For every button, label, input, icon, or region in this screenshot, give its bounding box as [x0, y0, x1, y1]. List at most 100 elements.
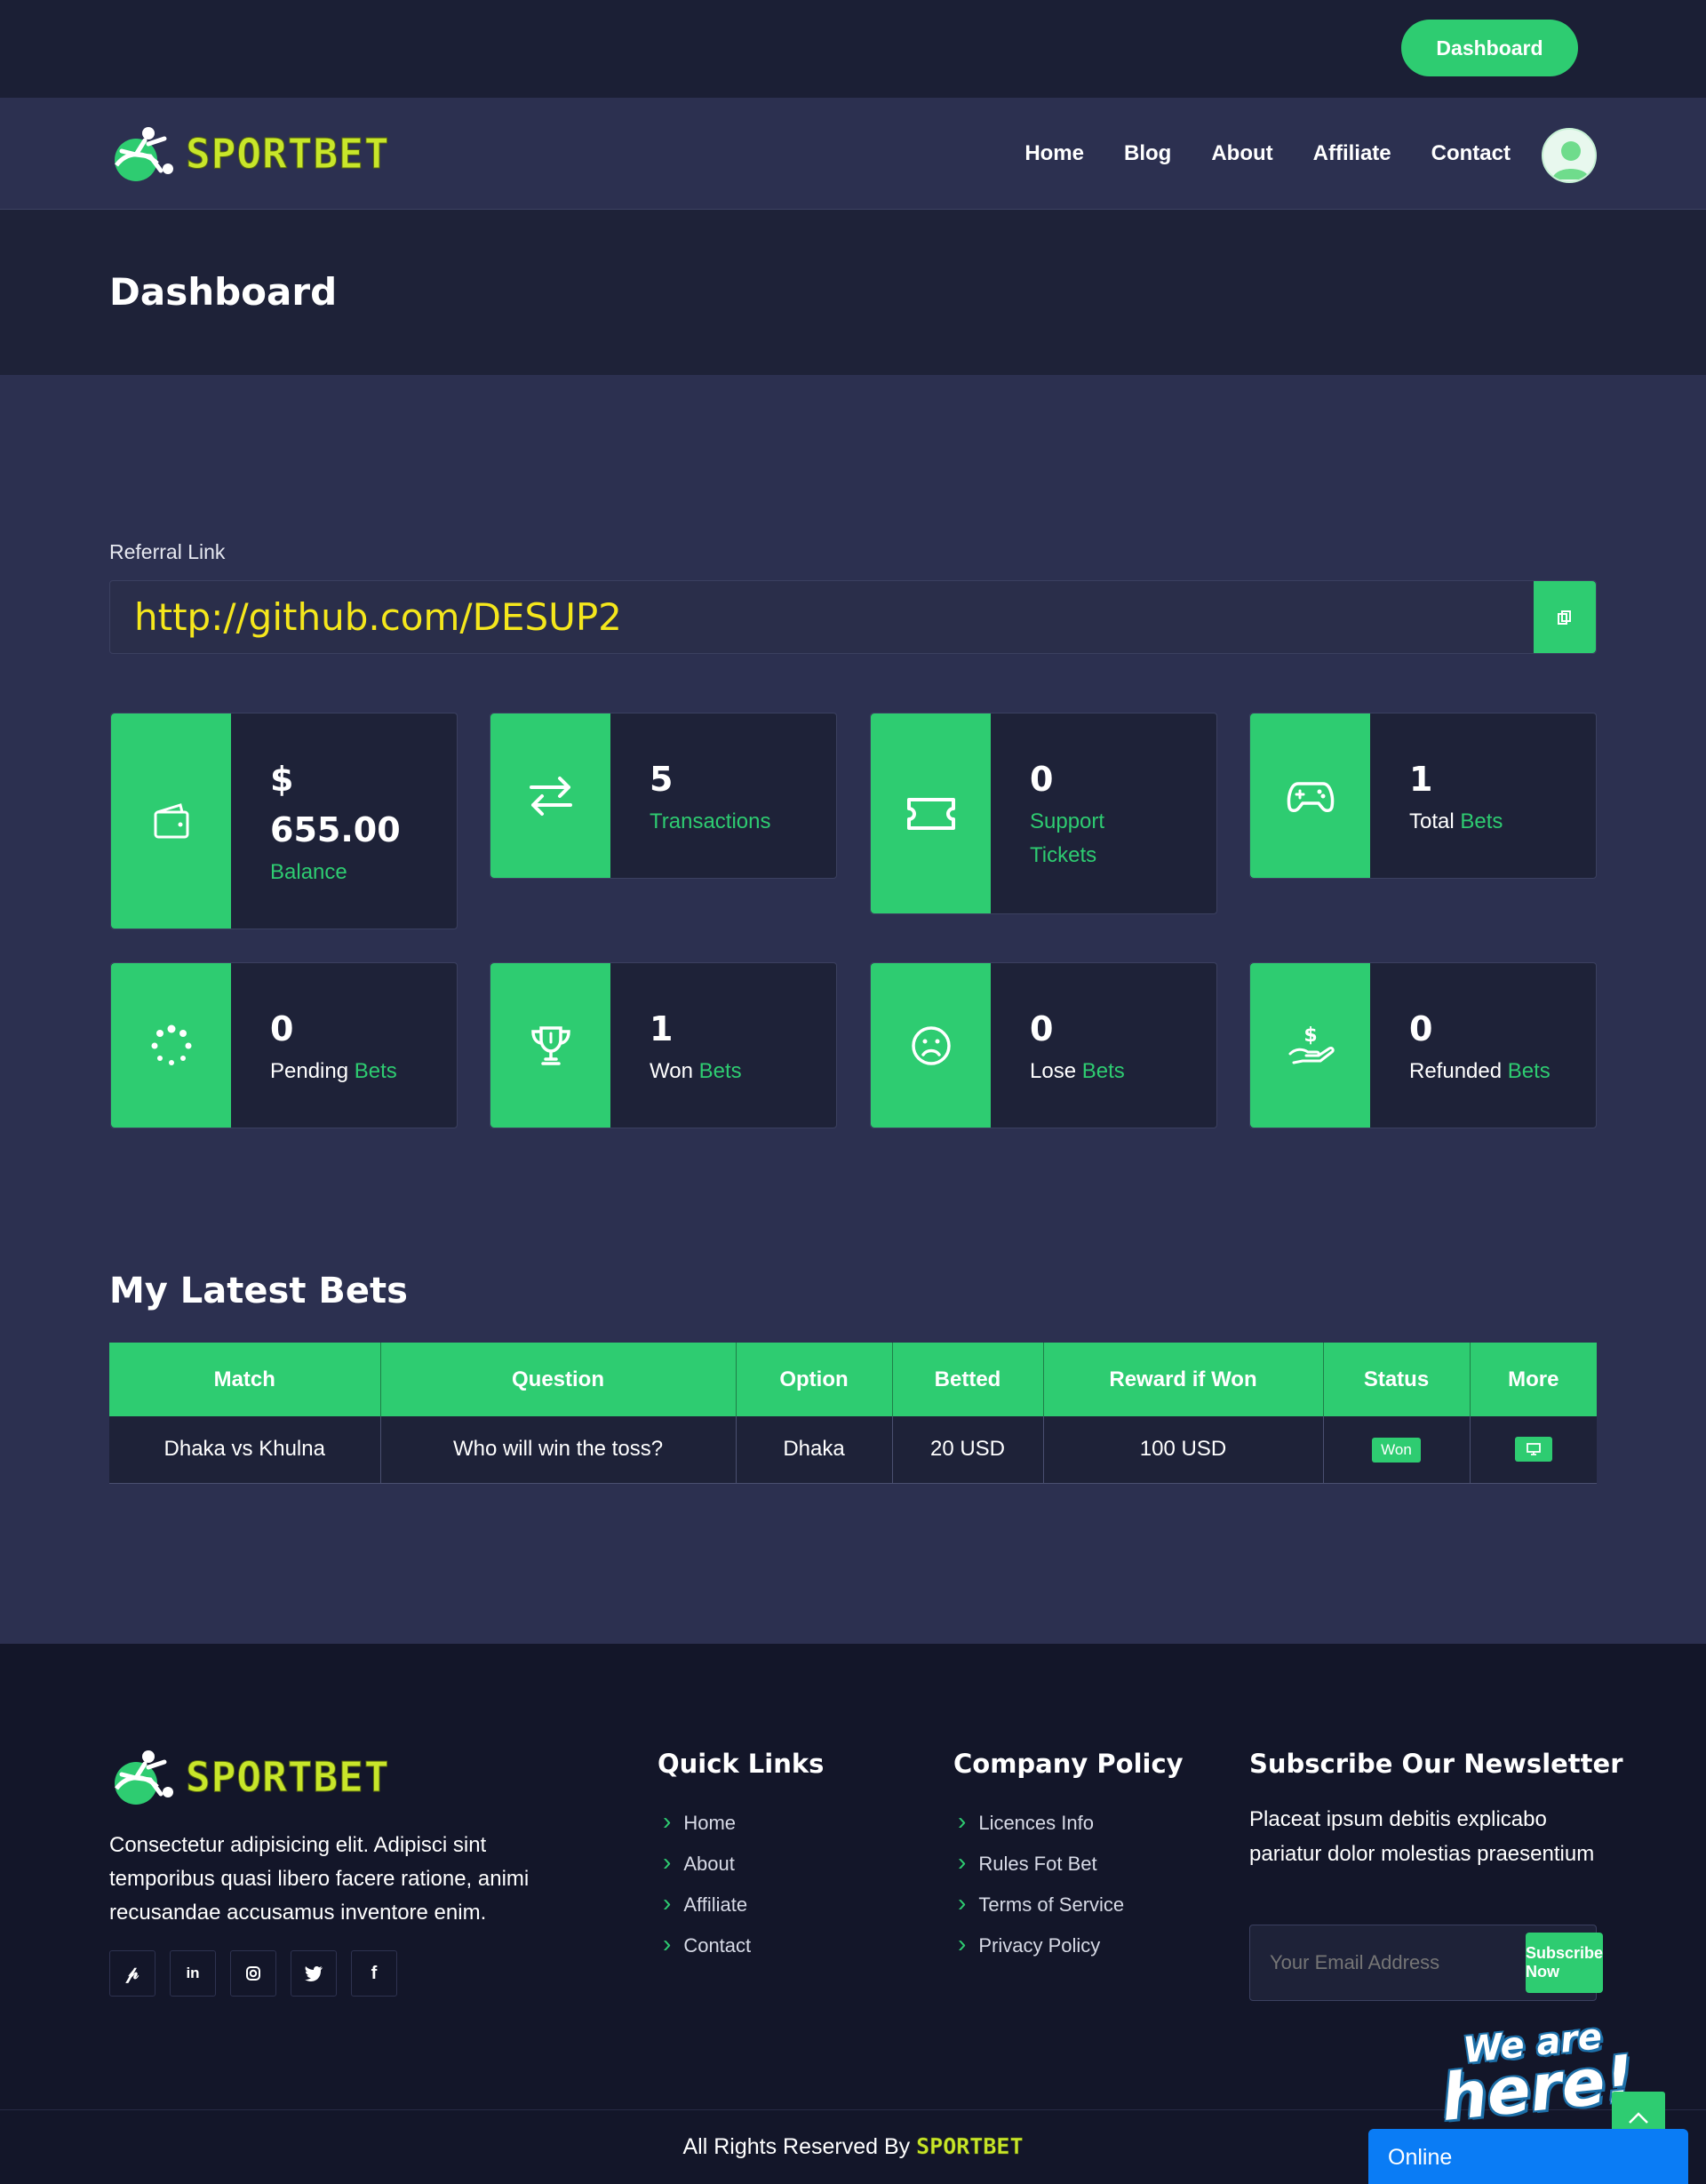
- facebook-icon[interactable]: f: [351, 1950, 397, 1997]
- column-header: Betted: [892, 1343, 1044, 1416]
- label-green: Bets: [698, 1059, 742, 1083]
- user-avatar-icon: [1552, 141, 1590, 179]
- chat-badge[interactable]: We are here!: [1435, 2016, 1638, 2136]
- cell-more: [1470, 1416, 1597, 1484]
- footer-link-home[interactable]: Home: [663, 1802, 751, 1843]
- footer-about-text: Consectetur adipisicing elit. Adipisci s…: [109, 1833, 530, 1925]
- cell-betted: 20 USD: [892, 1416, 1044, 1484]
- column-header: Match: [109, 1343, 381, 1416]
- stat-card-total-bets[interactable]: 1 Total Bets: [1249, 713, 1597, 879]
- main-navbar: SPORTBET Home Blog About Affiliate Conta…: [0, 98, 1706, 210]
- sportbet-logo-icon: [115, 127, 173, 181]
- lose-bets-value: 0: [1030, 1009, 1054, 1048]
- sportbet-logo-icon: [115, 1750, 173, 1805]
- referral-label: Referral Link: [109, 540, 226, 563]
- gamepad-icon: [1287, 781, 1334, 812]
- cell-question: Who will win the toss?: [380, 1416, 737, 1484]
- chat-status: Online: [1388, 2145, 1453, 2170]
- label-green: Bets: [354, 1059, 397, 1083]
- label-plain: Pending: [270, 1059, 349, 1083]
- newsletter-email-input[interactable]: [1250, 1951, 1526, 1974]
- social-links: 𝓅 in f: [109, 1950, 397, 1997]
- chat-badge-line2: here!: [1438, 2040, 1638, 2136]
- transactions-value: 5: [650, 760, 674, 799]
- copyright-prefix: All Rights Reserved By: [682, 2134, 911, 2159]
- status-badge: Won: [1372, 1438, 1421, 1463]
- stat-icon-box: $: [1250, 963, 1370, 1128]
- footer-link-affiliate[interactable]: Affiliate: [663, 1884, 751, 1925]
- user-avatar[interactable]: [1542, 128, 1597, 183]
- stat-body: 5 Transactions: [610, 713, 771, 878]
- linkedin-icon[interactable]: in: [170, 1950, 216, 1997]
- transfer-arrows-icon: [529, 776, 572, 816]
- subscribe-button[interactable]: Subscribe Now: [1526, 1933, 1604, 1993]
- total-bets-label: Total Bets: [1409, 805, 1503, 839]
- view-details-button[interactable]: [1514, 1437, 1552, 1463]
- column-header: Question: [380, 1343, 737, 1416]
- refunded-bets-value: 0: [1409, 1009, 1433, 1048]
- stat-icon-box: [111, 963, 231, 1128]
- column-header: More: [1470, 1343, 1597, 1416]
- pending-bets-label: Pending Bets: [270, 1055, 397, 1088]
- stat-body: 0 Pending Bets: [231, 963, 397, 1128]
- stat-card-support-tickets[interactable]: 0 Support Tickets: [870, 713, 1217, 914]
- dashboard-button[interactable]: Dashboard: [1401, 20, 1578, 76]
- label-plain: Refunded: [1409, 1059, 1503, 1083]
- hand-dollar-icon: $: [1288, 1024, 1335, 1064]
- nav-item-about[interactable]: About: [1211, 141, 1272, 166]
- stat-body: 1 Won Bets: [610, 963, 742, 1128]
- chat-online-bar[interactable]: Online: [1368, 2129, 1688, 2184]
- instagram-icon[interactable]: [230, 1950, 276, 1997]
- label-plain: Won: [650, 1059, 693, 1083]
- svg-text:$: $: [1303, 1024, 1317, 1047]
- pinterest-icon[interactable]: 𝓅: [109, 1950, 155, 1997]
- tickets-label-line2: Tickets: [1030, 843, 1097, 867]
- latest-bets-table: Match Question Option Betted Reward if W…: [109, 1343, 1597, 1484]
- footer-link-rules[interactable]: Rules Fot Bet: [958, 1843, 1124, 1884]
- stat-card-balance[interactable]: $ 655.00 Balance: [110, 713, 458, 929]
- nav-item-contact[interactable]: Contact: [1431, 141, 1511, 166]
- footer-link-privacy[interactable]: Privacy Policy: [958, 1925, 1124, 1965]
- ticket-icon: [906, 797, 955, 830]
- cell-match: Dhaka vs Khulna: [109, 1416, 381, 1484]
- company-policy-title: Company Policy: [953, 1749, 1184, 1779]
- footer-link-about[interactable]: About: [663, 1843, 751, 1884]
- stat-card-transactions[interactable]: 5 Transactions: [490, 713, 837, 879]
- stat-card-lose-bets[interactable]: 0 Lose Bets: [870, 962, 1217, 1128]
- monitor-icon: [1526, 1443, 1541, 1456]
- top-bar: Dashboard: [0, 0, 1706, 98]
- spinner-icon: [151, 1024, 191, 1065]
- footer-link-licences[interactable]: Licences Info: [958, 1802, 1124, 1843]
- quick-links-title: Quick Links: [658, 1749, 825, 1779]
- stat-body: 0 Support Tickets: [991, 713, 1104, 913]
- stat-icon-box: [111, 713, 231, 929]
- tickets-value: 0: [1030, 760, 1054, 799]
- footer-link-terms[interactable]: Terms of Service: [958, 1884, 1124, 1925]
- stat-card-refunded-bets[interactable]: $ 0 Refunded Bets: [1249, 962, 1597, 1128]
- referral-link-input[interactable]: [110, 581, 1534, 653]
- cell-option: Dhaka: [736, 1416, 893, 1484]
- stat-icon-box: [490, 963, 610, 1128]
- nav-item-home[interactable]: Home: [1024, 141, 1084, 166]
- cell-status: Won: [1323, 1416, 1471, 1484]
- copyright-brand: SPORTBET: [916, 2133, 1024, 2160]
- column-header: Status: [1323, 1343, 1471, 1416]
- label-green: Bets: [1081, 1059, 1125, 1083]
- footer-link-contact[interactable]: Contact: [663, 1925, 751, 1965]
- footer-logo[interactable]: SPORTBET: [109, 1748, 390, 1806]
- cell-reward: 100 USD: [1043, 1416, 1324, 1484]
- twitter-icon[interactable]: [291, 1950, 337, 1997]
- nav-item-blog[interactable]: Blog: [1124, 141, 1171, 166]
- logo-text: SPORTBET: [186, 130, 390, 179]
- page-header: Dashboard: [0, 210, 1706, 375]
- trophy-icon: [530, 1025, 570, 1065]
- stat-card-won-bets[interactable]: 1 Won Bets: [490, 962, 837, 1128]
- nav-item-affiliate[interactable]: Affiliate: [1313, 141, 1391, 166]
- total-bets-value: 1: [1409, 760, 1433, 799]
- pending-bets-value: 0: [270, 1009, 294, 1048]
- label-green: Bets: [1507, 1059, 1551, 1083]
- quick-links-list: Home About Affiliate Contact: [663, 1802, 751, 1965]
- site-logo[interactable]: SPORTBET: [109, 124, 390, 183]
- copy-button[interactable]: [1534, 581, 1596, 653]
- stat-card-pending-bets[interactable]: 0 Pending Bets: [110, 962, 458, 1128]
